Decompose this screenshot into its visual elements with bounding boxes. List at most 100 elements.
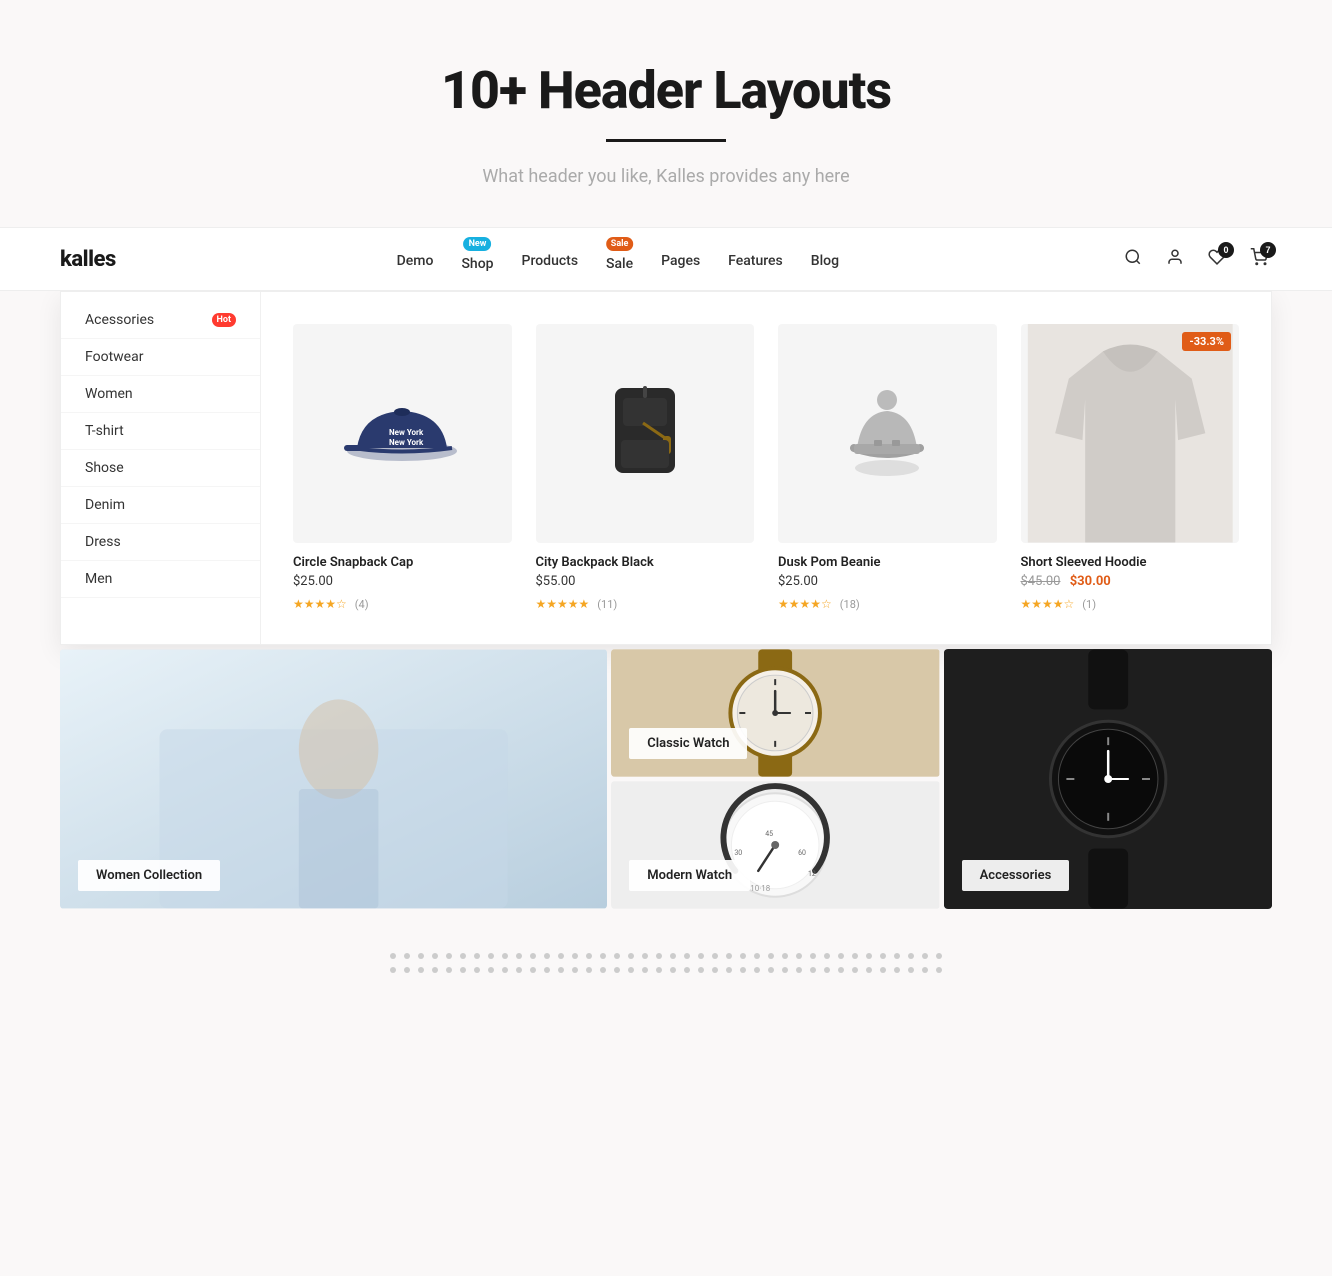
svg-text:New York: New York xyxy=(389,428,424,437)
dot xyxy=(740,953,746,959)
nav-link-sale[interactable]: Sale xyxy=(606,256,633,272)
category-accessories[interactable]: Acessories Hot xyxy=(61,302,260,339)
dot xyxy=(894,953,900,959)
banner-accessories[interactable]: Accessories xyxy=(944,649,1272,909)
dot xyxy=(908,953,914,959)
dot xyxy=(670,953,676,959)
product-image-hoodie: -33.3% xyxy=(1021,324,1240,543)
product-card-cap[interactable]: New York New York Circle Snapback Cap $2… xyxy=(281,312,524,624)
category-label: Shose xyxy=(85,460,124,476)
dot xyxy=(600,967,606,973)
banner-modern-watch[interactable]: 0 30 45 60 12 10·18 Modern Watch xyxy=(611,781,939,909)
category-label: Women xyxy=(85,386,133,402)
dot xyxy=(558,953,564,959)
product-rating-hoodie: ★★★★☆ (1) xyxy=(1021,593,1240,612)
nav-link-blog[interactable]: Blog xyxy=(811,253,839,269)
dot xyxy=(922,967,928,973)
dot xyxy=(642,953,648,959)
dot xyxy=(572,953,578,959)
dot xyxy=(712,967,718,973)
nav-item-shop[interactable]: New Shop xyxy=(461,247,493,272)
dot xyxy=(740,967,746,973)
nav-link-features[interactable]: Features xyxy=(728,253,783,269)
nav-link-shop[interactable]: Shop xyxy=(461,256,493,272)
dot xyxy=(446,967,452,973)
category-denim[interactable]: Denim xyxy=(61,487,260,524)
accessories-label: Accessories xyxy=(962,860,1070,891)
search-button[interactable] xyxy=(1120,244,1146,275)
dot xyxy=(796,953,802,959)
product-card-backpack[interactable]: City Backpack Black $55.00 ★★★★★ (11) xyxy=(524,312,767,624)
category-shose[interactable]: Shose xyxy=(61,450,260,487)
dot xyxy=(726,953,732,959)
nav-item-blog[interactable]: Blog xyxy=(811,250,839,269)
dot xyxy=(404,953,410,959)
product-card-beanie[interactable]: Dusk Pom Beanie $25.00 ★★★★☆ (18) xyxy=(766,312,1009,624)
nav-item-sale[interactable]: Sale Sale xyxy=(606,247,633,272)
backpack-illustration xyxy=(595,368,695,498)
dot xyxy=(684,953,690,959)
nav-item-pages[interactable]: Pages xyxy=(661,250,700,269)
cart-count: 7 xyxy=(1260,242,1276,258)
banner-classic-watch[interactable]: Classic Watch xyxy=(611,649,939,777)
dot xyxy=(894,967,900,973)
dot xyxy=(782,953,788,959)
product-image-cap: New York New York xyxy=(293,324,512,543)
dot xyxy=(698,967,704,973)
cart-button[interactable]: 7 xyxy=(1246,244,1272,275)
category-label: Dress xyxy=(85,534,121,550)
category-tshirt[interactable]: T-shirt xyxy=(61,413,260,450)
dot xyxy=(684,967,690,973)
dot xyxy=(852,953,858,959)
dot xyxy=(656,967,662,973)
category-men[interactable]: Men xyxy=(61,561,260,598)
banner-women-collection[interactable]: Women Collection xyxy=(60,649,607,909)
dot xyxy=(586,967,592,973)
category-label: Denim xyxy=(85,497,125,513)
svg-text:30: 30 xyxy=(735,848,743,856)
hoodie-illustration xyxy=(1021,324,1240,543)
svg-text:10·18: 10·18 xyxy=(751,883,771,892)
dot xyxy=(642,967,648,973)
dots-row-1 xyxy=(60,953,1272,959)
dot xyxy=(796,967,802,973)
nav-item-demo[interactable]: Demo xyxy=(397,250,434,269)
dots-decoration xyxy=(0,913,1332,1041)
modern-watch-label: Modern Watch xyxy=(629,860,750,891)
product-price-cap: $25.00 xyxy=(293,574,512,589)
product-card-hoodie[interactable]: -33.3% Short Sleeved Hoodie $45.00 $30.0… xyxy=(1009,312,1252,624)
dot xyxy=(838,953,844,959)
category-label: T-shirt xyxy=(85,423,124,439)
dot xyxy=(908,967,914,973)
product-name-beanie: Dusk Pom Beanie xyxy=(778,555,997,570)
dot xyxy=(782,967,788,973)
mega-dropdown: Acessories Hot Footwear Women T-shirt Sh… xyxy=(60,291,1272,645)
dot xyxy=(390,967,396,973)
nav-link-products[interactable]: Products xyxy=(522,253,579,269)
nav-link-pages[interactable]: Pages xyxy=(661,253,700,269)
product-name-hoodie: Short Sleeved Hoodie xyxy=(1021,555,1240,570)
hero-subtitle: What header you like, Kalles provides an… xyxy=(20,166,1312,187)
svg-text:New York: New York xyxy=(389,438,424,447)
nav-item-products[interactable]: Products xyxy=(522,250,579,269)
hero-section: 10+ Header Layouts What header you like,… xyxy=(0,0,1332,227)
dot xyxy=(572,967,578,973)
dot xyxy=(614,953,620,959)
nav-item-features[interactable]: Features xyxy=(728,250,783,269)
dot xyxy=(530,967,536,973)
category-label: Acessories xyxy=(85,312,154,328)
category-label: Footwear xyxy=(85,349,143,365)
women-collection-label: Women Collection xyxy=(78,860,220,891)
account-button[interactable] xyxy=(1162,244,1188,275)
product-rating-cap: ★★★★☆ (4) xyxy=(293,593,512,612)
hero-title: 10+ Header Layouts xyxy=(20,60,1312,121)
product-rating-backpack: ★★★★★ (11) xyxy=(536,593,755,612)
category-footwear[interactable]: Footwear xyxy=(61,339,260,376)
dot xyxy=(768,967,774,973)
category-dress[interactable]: Dress xyxy=(61,524,260,561)
nav-link-demo[interactable]: Demo xyxy=(397,253,434,269)
wishlist-button[interactable]: 0 xyxy=(1204,244,1230,275)
category-women[interactable]: Women xyxy=(61,376,260,413)
product-price-hoodie: $45.00 $30.00 xyxy=(1021,574,1240,589)
dot xyxy=(754,953,760,959)
